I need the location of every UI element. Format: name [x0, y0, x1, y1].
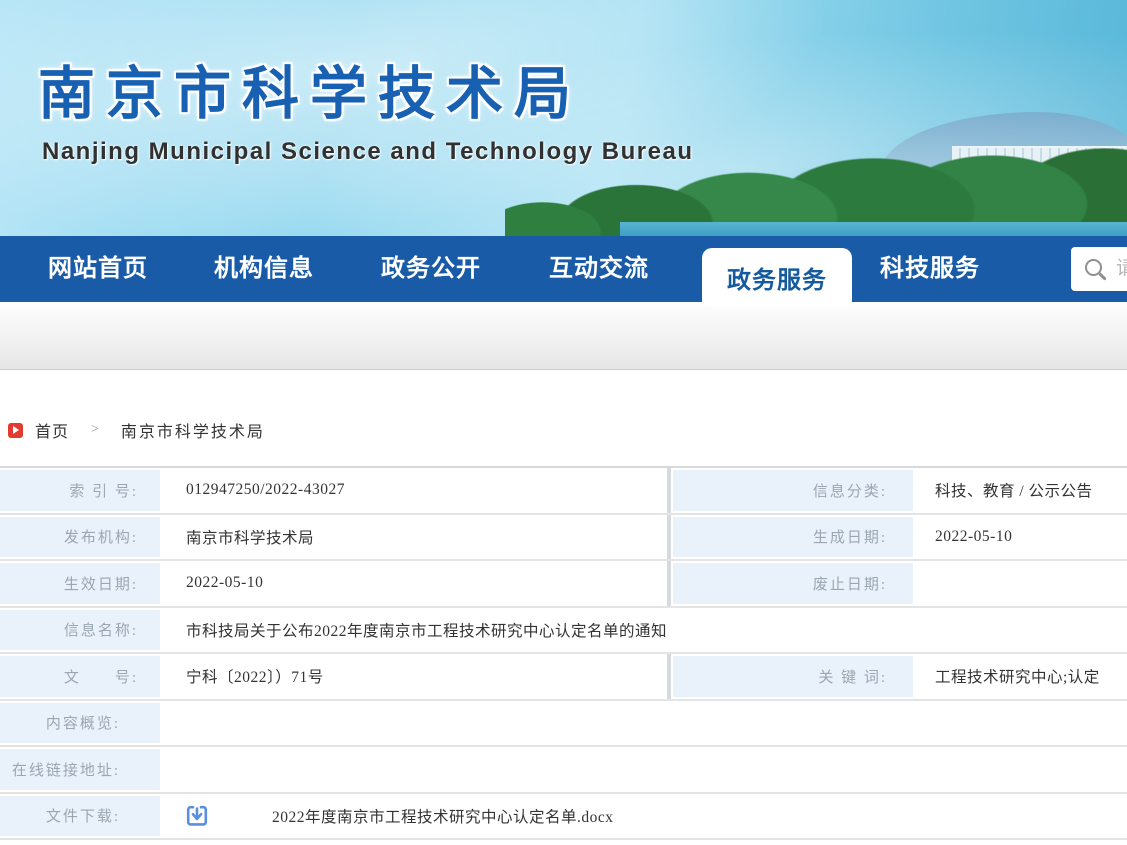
- cell-divider: [665, 515, 673, 560]
- table-row: 索 引 号: 012947250/2022-43027 信息分类: 科技、教育 …: [0, 468, 1127, 515]
- breadcrumb-play-icon: [8, 423, 23, 438]
- site-title-chinese: 南京市科学技术局: [38, 48, 582, 130]
- search-box[interactable]: [1071, 247, 1127, 291]
- field-summary-label: 内容概览:: [0, 701, 160, 746]
- info-table: 索 引 号: 012947250/2022-43027 信息分类: 科技、教育 …: [0, 466, 1127, 840]
- field-category-value: 科技、教育 / 公示公告: [919, 468, 1127, 513]
- cell-divider: [665, 468, 673, 513]
- field-download-label: 文件下载:: [0, 794, 160, 839]
- download-icon[interactable]: [186, 805, 208, 827]
- table-row: 文 号: 宁科〔2022〕）71号 关 键 词: 工程技术研究中心;认定: [0, 654, 1127, 701]
- cell-gap: [160, 608, 168, 653]
- nav-item-interaction[interactable]: 互动交流: [549, 236, 649, 302]
- field-online-link-label: 在线链接地址:: [0, 747, 160, 792]
- main-nav: 网站首页 机构信息 政务公开 互动交流 政务服务 科技服务: [0, 236, 1127, 302]
- field-doc-number-label: 文 号:: [0, 654, 160, 699]
- cell-gap: [160, 561, 168, 606]
- table-row: 信息名称: 市科技局关于公布2022年度南京市工程技术研究中心认定名单的通知: [0, 608, 1127, 655]
- cell-divider: [665, 654, 673, 699]
- table-row: 生效日期: 2022-05-10 废止日期:: [0, 561, 1127, 608]
- nav-sub-band: [0, 302, 1127, 370]
- nav-item-home[interactable]: 网站首页: [48, 236, 148, 302]
- nav-item-tech-services[interactable]: 科技服务: [880, 236, 980, 302]
- field-keywords-label: 关 键 词:: [673, 654, 913, 699]
- table-row: 内容概览:: [0, 701, 1127, 748]
- cell-gap: [160, 515, 168, 560]
- table-row: 文件下载: 2022年度南京市工程技术研究中心认定名单.docx: [0, 794, 1127, 841]
- field-index-number-label: 索 引 号:: [0, 468, 160, 513]
- field-index-number-value: 012947250/2022-43027: [168, 468, 665, 513]
- site-title-english: Nanjing Municipal Science and Technology…: [42, 138, 693, 166]
- field-category-label: 信息分类:: [673, 468, 913, 513]
- field-created-date-label: 生成日期:: [673, 515, 913, 560]
- field-effective-date-value: 2022-05-10: [168, 561, 665, 606]
- cell-gap: [160, 701, 168, 746]
- field-info-title-value: 市科技局关于公布2022年度南京市工程技术研究中心认定名单的通知: [168, 608, 1127, 653]
- field-doc-number-value: 宁科〔2022〕）71号: [168, 654, 665, 699]
- table-row: 在线链接地址:: [0, 747, 1127, 794]
- field-created-date-value: 2022-05-10: [919, 515, 1127, 560]
- cell-divider: [665, 561, 673, 606]
- field-download-value: 2022年度南京市工程技术研究中心认定名单.docx: [168, 794, 1127, 839]
- breadcrumb: 首页 > 南京市科学技术局: [8, 420, 1127, 440]
- nav-item-organization[interactable]: 机构信息: [214, 236, 314, 302]
- search-input[interactable]: [1116, 258, 1127, 280]
- field-online-link-value: [168, 747, 1127, 792]
- breadcrumb-home-link[interactable]: 首页: [35, 418, 69, 442]
- breadcrumb-current: 南京市科学技术局: [121, 418, 265, 442]
- field-summary-value: [168, 701, 1127, 746]
- cell-gap: [160, 468, 168, 513]
- search-icon: [1085, 259, 1102, 276]
- site-banner: 南京市科学技术局 Nanjing Municipal Science and T…: [0, 0, 1127, 236]
- field-expiry-date-value: [919, 561, 1127, 606]
- banner-water: [620, 222, 1127, 236]
- download-file-link[interactable]: 2022年度南京市工程技术研究中心认定名单.docx: [272, 805, 614, 827]
- field-expiry-date-label: 废止日期:: [673, 561, 913, 606]
- field-publisher-value: 南京市科学技术局: [168, 515, 665, 560]
- nav-item-gov-services-active[interactable]: 政务服务: [702, 248, 852, 307]
- nav-item-gov-disclosure[interactable]: 政务公开: [381, 236, 481, 302]
- field-info-title-label: 信息名称:: [0, 608, 160, 653]
- field-effective-date-label: 生效日期:: [0, 561, 160, 606]
- cell-gap: [160, 794, 168, 839]
- cell-gap: [160, 654, 168, 699]
- field-publisher-label: 发布机构:: [0, 515, 160, 560]
- cell-gap: [160, 747, 168, 792]
- table-row: 发布机构: 南京市科学技术局 生成日期: 2022-05-10: [0, 515, 1127, 562]
- breadcrumb-separator-icon: >: [91, 422, 99, 438]
- field-keywords-value: 工程技术研究中心;认定: [919, 654, 1127, 699]
